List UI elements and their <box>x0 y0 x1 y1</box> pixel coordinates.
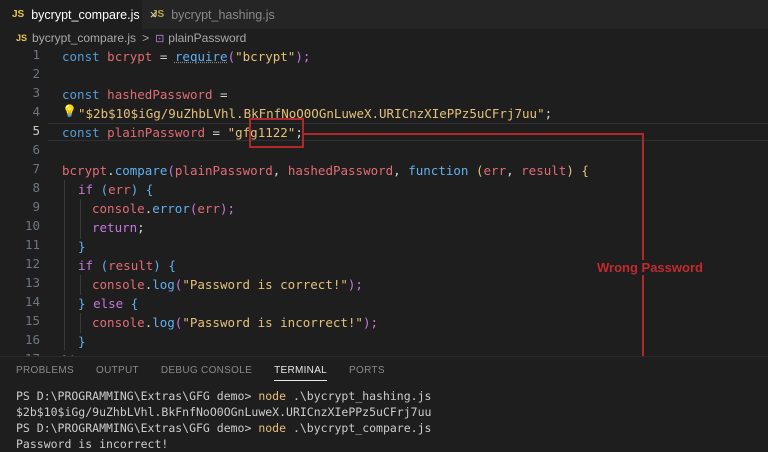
tab-bycrypt-compare[interactable]: JS bycrypt_compare.js × <box>0 0 157 29</box>
line-number-current: 5 <box>32 123 40 138</box>
code-line-15: console.log("Password is incorrect!"); <box>92 315 379 330</box>
tab-bycrypt-hashing[interactable]: JS bycrypt_hashing.js <box>152 0 275 29</box>
line-number: 3 <box>32 85 40 100</box>
tab-label: bycrypt_hashing.js <box>171 7 275 22</box>
line-number: 9 <box>32 199 40 214</box>
breadcrumb: JS bycrypt_compare.js > ⊡ plainPassword <box>16 30 246 46</box>
javascript-file-icon: JS <box>152 9 165 20</box>
line-number: 2 <box>32 66 40 81</box>
tab-problems[interactable]: PROBLEMS <box>16 365 74 381</box>
panel-tab-bar: PROBLEMS OUTPUT DEBUG CONSOLE TERMINAL P… <box>16 365 407 381</box>
line-number: 4 <box>32 104 40 119</box>
line-number: 8 <box>32 180 40 195</box>
password-highlight-box <box>249 118 304 148</box>
javascript-file-icon: JS <box>12 9 25 20</box>
terminal-line: $2b$10$iGg/9uZhbLVhl.BkFnfNoO0OGnLuweX.U… <box>16 405 432 419</box>
line-number: 15 <box>24 313 40 328</box>
code-line-1: const bcrypt = require("bcrypt"); <box>62 49 311 64</box>
terminal-result-line: Password is incorrect! <box>16 437 169 451</box>
terminal-line: PS D:\PROGRAMMING\Extras\GFG demo> node … <box>16 421 432 435</box>
terminal-output[interactable]: PS D:\PROGRAMMING\Extras\GFG demo> node … <box>16 388 431 452</box>
terminal-line: PS D:\PROGRAMMING\Extras\GFG demo> node … <box>16 389 432 403</box>
indent-guide <box>80 199 81 239</box>
code-line-13: console.log("Password is correct!"); <box>92 277 363 292</box>
code-line-3: const hashedPassword = <box>62 87 228 102</box>
breadcrumb-file[interactable]: bycrypt_compare.js <box>32 31 136 45</box>
editor-tab-bar: JS bycrypt_compare.js × JS bycrypt_hashi… <box>0 0 768 29</box>
tab-output[interactable]: OUTPUT <box>96 365 139 381</box>
bottom-panel: PROBLEMS OUTPUT DEBUG CONSOLE TERMINAL P… <box>0 356 768 452</box>
breadcrumb-symbol[interactable]: plainPassword <box>168 31 246 45</box>
line-number: 12 <box>24 256 40 271</box>
tab-label: bycrypt_compare.js <box>31 7 140 22</box>
tab-ports[interactable]: PORTS <box>349 365 385 381</box>
variable-symbol-icon: ⊡ <box>155 32 165 45</box>
line-number: 1 <box>32 47 40 62</box>
tab-debug-console[interactable]: DEBUG CONSOLE <box>161 365 252 381</box>
indent-guide <box>80 275 81 295</box>
code-line-8: if (err) { <box>78 182 154 197</box>
annotation-connector-top <box>304 133 644 135</box>
code-line-10: return; <box>92 220 145 235</box>
code-line-4: "$2b$10$iGg/9uZhbLVhl.BkFnfNoO0OGnLuweX.… <box>78 106 553 121</box>
line-number: 6 <box>32 142 40 157</box>
code-line-14: } else { <box>78 296 139 311</box>
line-number: 16 <box>24 332 40 347</box>
tab-terminal[interactable]: TERMINAL <box>274 365 328 381</box>
code-editor[interactable]: const bcrypt = require("bcrypt"); const … <box>62 47 589 356</box>
code-line-7: bcrypt.compare(plainPassword, hashedPass… <box>62 163 589 178</box>
indent-guide <box>80 313 81 333</box>
line-number: 14 <box>24 294 40 309</box>
code-line-9: console.error(err); <box>92 201 236 216</box>
line-number: 7 <box>32 161 40 176</box>
chevron-right-icon: > <box>142 31 150 45</box>
line-number: 10 <box>24 218 40 233</box>
code-line-12: if (result) { <box>78 258 176 273</box>
wrong-password-annotation: Wrong Password <box>595 260 705 275</box>
line-number: 11 <box>24 237 40 252</box>
code-line-11: } <box>78 239 86 254</box>
javascript-file-icon: JS <box>16 33 28 43</box>
line-number: 13 <box>24 275 40 290</box>
code-line-16: } <box>78 334 86 349</box>
